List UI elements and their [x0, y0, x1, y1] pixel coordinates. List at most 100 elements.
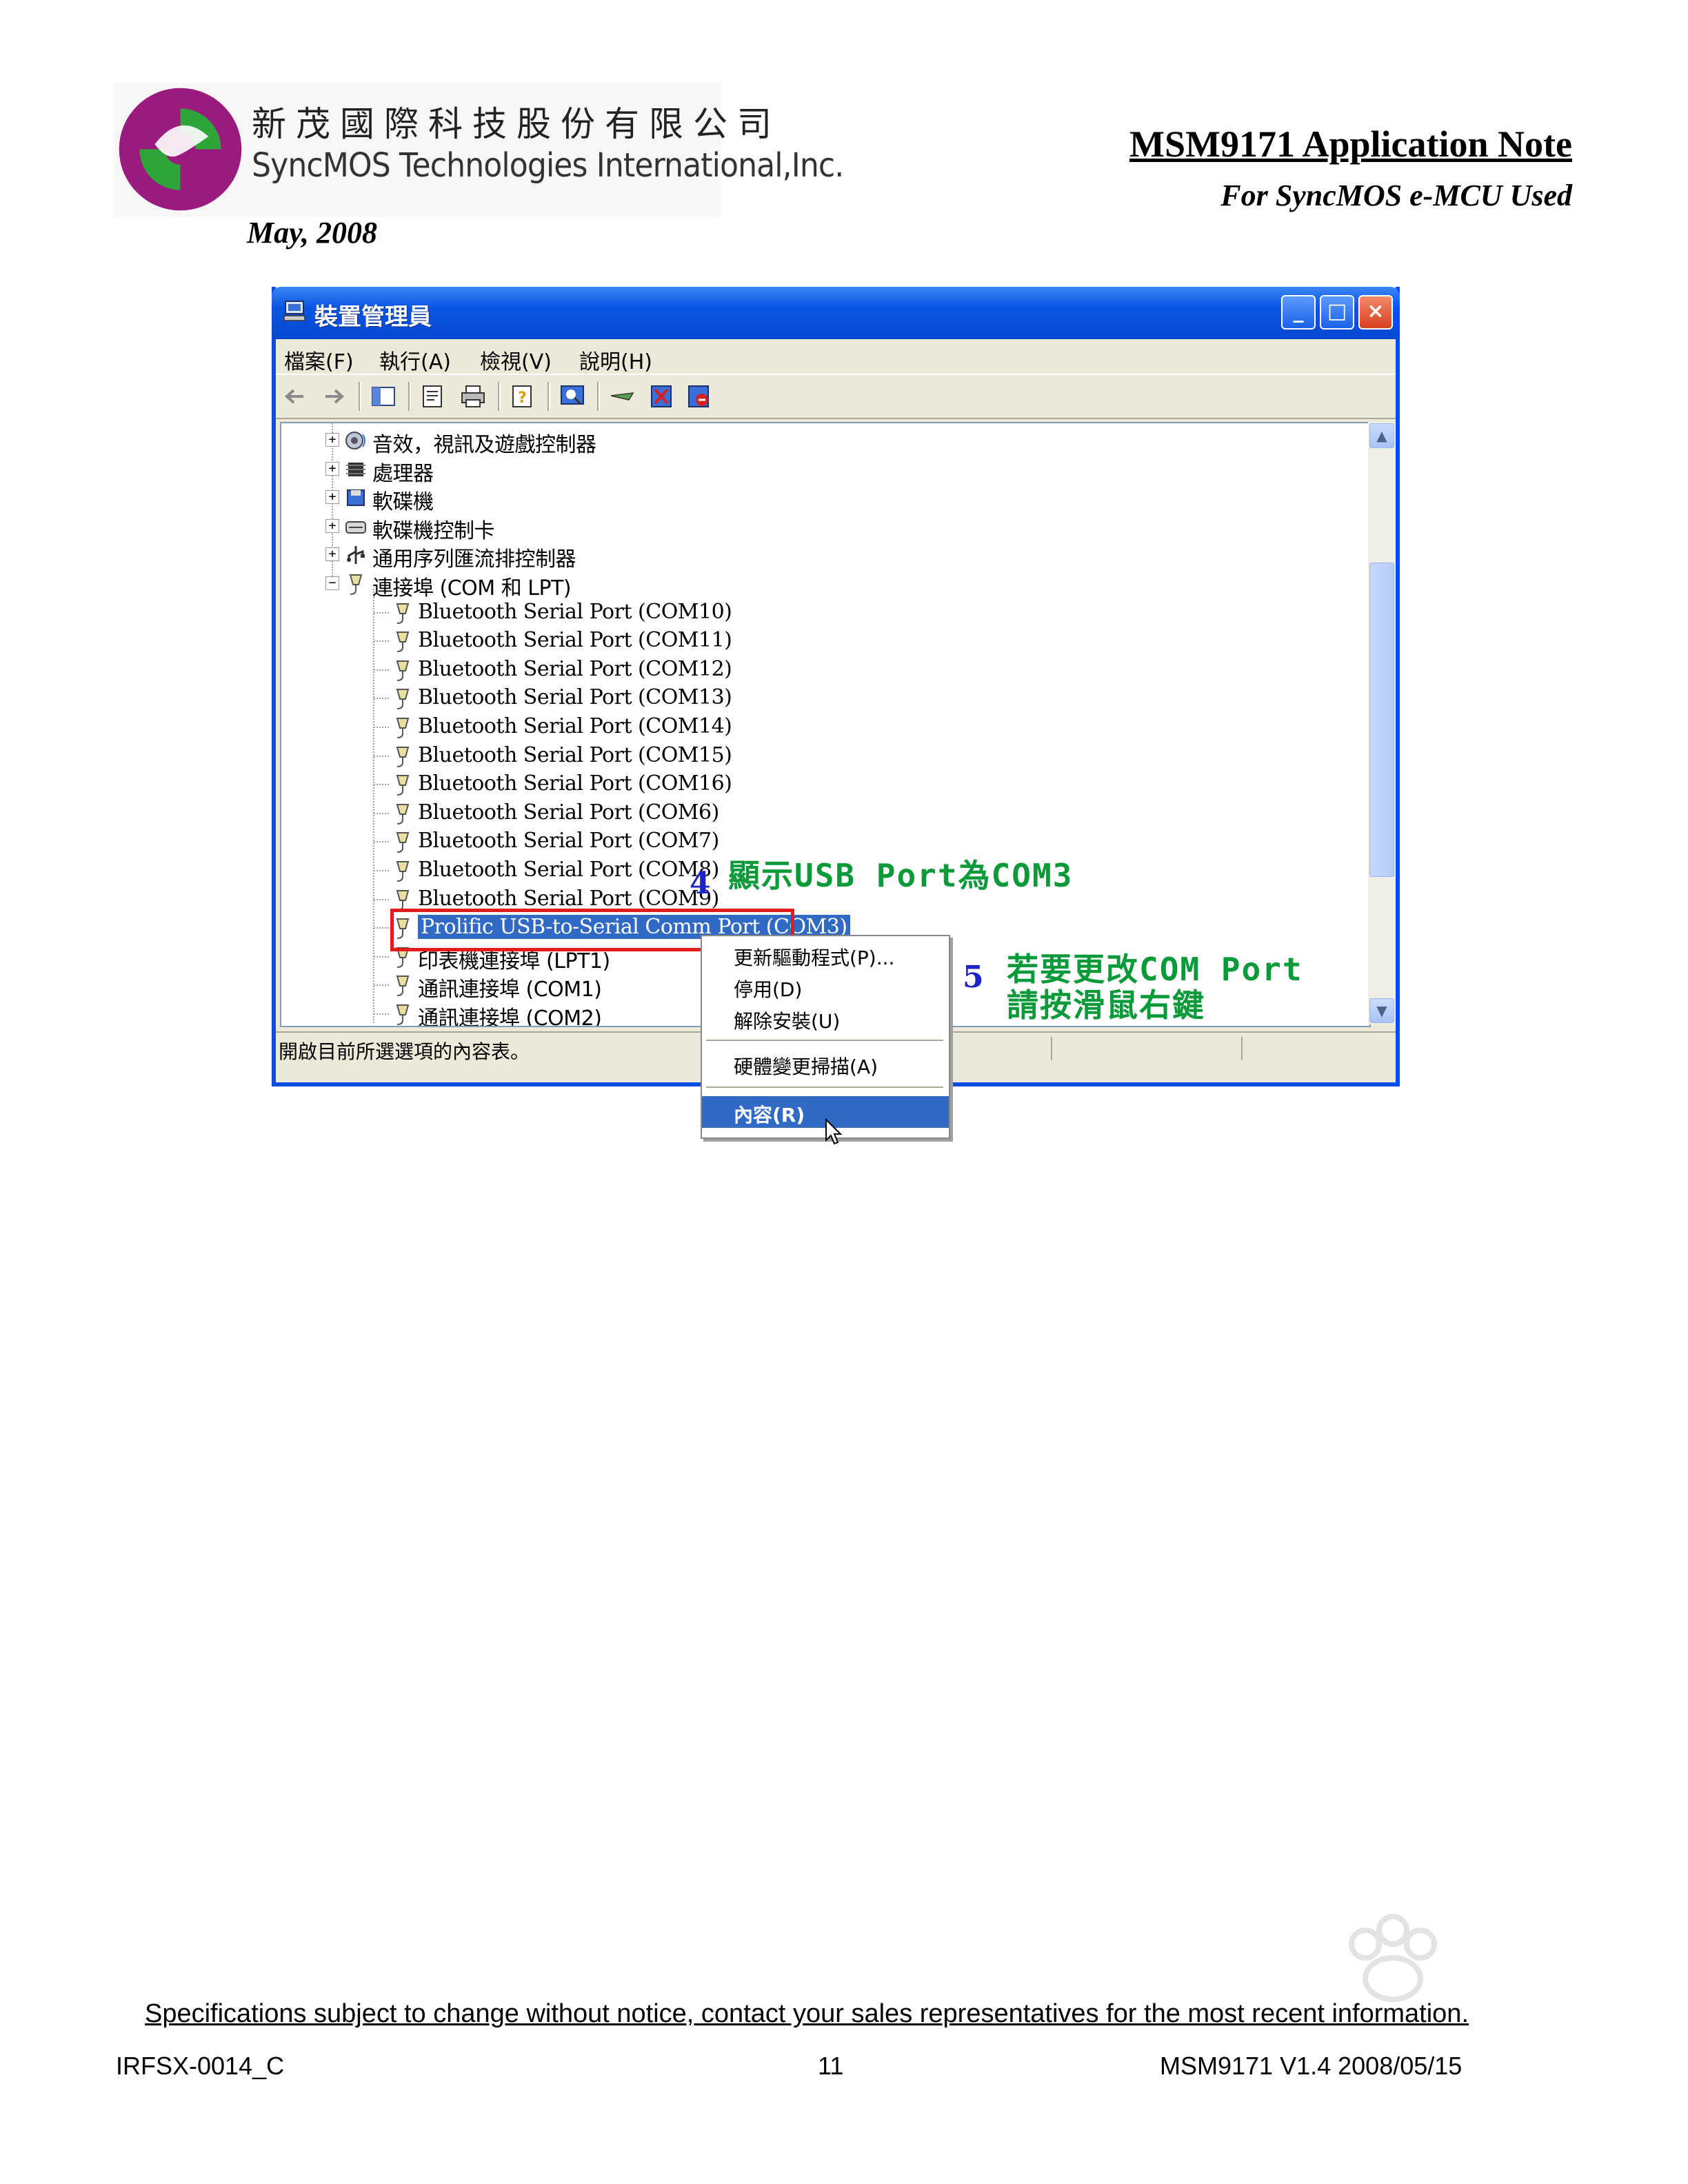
tree-item-label: 連接埠 (COM 和 LPT): [372, 576, 572, 600]
update-driver-icon[interactable]: [608, 383, 636, 410]
tree-item-label: 軟碟機: [372, 490, 434, 515]
uninstall-device-icon[interactable]: [685, 383, 713, 410]
toolbar-separator: [408, 382, 411, 411]
print-icon[interactable]: [459, 383, 487, 410]
tree-item-label: Bluetooth Serial Port (COM16): [418, 771, 732, 796]
tree-line: [374, 669, 389, 671]
context-uninstall[interactable]: 解除安裝(U): [702, 1002, 949, 1034]
context-scan-hardware[interactable]: 硬體變更掃描(A): [702, 1048, 949, 1080]
menu-view[interactable]: 檢視(V): [480, 345, 552, 375]
floppy-controller-icon: [343, 515, 368, 538]
tree-device[interactable]: Bluetooth Serial Port (COM11): [281, 627, 1364, 655]
toolbar-separator: [547, 382, 550, 411]
disable-device-icon[interactable]: [648, 383, 676, 410]
menu-help[interactable]: 說明(H): [579, 345, 652, 375]
company-logo: 新茂國際科技股份有限公司 SyncMOS Technologies Intern…: [114, 83, 844, 217]
menu-action[interactable]: 執行(A): [379, 345, 451, 375]
context-item-label: 內容(R): [734, 1104, 805, 1126]
scan-hardware-icon[interactable]: [559, 383, 586, 410]
maximize-icon: □: [1327, 299, 1347, 323]
status-divider: [1051, 1037, 1052, 1060]
tree-device[interactable]: Bluetooth Serial Port (COM15): [281, 742, 1364, 770]
port-icon: [390, 773, 415, 796]
tree-item-label: 軟碟機控制卡: [372, 518, 495, 543]
port-icon: [390, 716, 415, 739]
tree-toggle-icon[interactable]: [370, 383, 397, 410]
step-5-annotation-line2: 請按滑鼠右鍵: [1007, 987, 1205, 1024]
tree-line: [374, 698, 389, 700]
tree-line: [374, 956, 389, 958]
expand-icon[interactable]: +: [325, 461, 339, 476]
context-menu: 更新驅動程式(P)... 停用(D) 解除安裝(U) 硬體變更掃描(A) 內容(…: [701, 935, 950, 1139]
doc-date: May, 2008: [247, 216, 378, 250]
tree-line: [374, 812, 389, 814]
port-icon: [390, 973, 415, 997]
tree-category[interactable]: + 通用序列匯流排控制器: [281, 540, 1364, 572]
tree-item-label: Bluetooth Serial Port (COM8): [418, 858, 719, 882]
menu-file[interactable]: 檔案(F): [284, 345, 354, 375]
tree-item-label: Bluetooth Serial Port (COM6): [418, 800, 719, 825]
expand-icon[interactable]: +: [325, 490, 339, 505]
context-item-label: 停用(D): [734, 978, 803, 1001]
expand-icon[interactable]: +: [325, 433, 339, 447]
tree-line: [374, 640, 389, 643]
context-update-driver[interactable]: 更新驅動程式(P)...: [702, 939, 949, 971]
tree-item-label: Bluetooth Serial Port (COM12): [418, 656, 732, 681]
maximize-button[interactable]: □: [1320, 295, 1354, 330]
context-separator: [706, 1086, 943, 1088]
tree-category[interactable]: + 軟碟機控制卡: [281, 512, 1364, 543]
context-disable[interactable]: 停用(D): [702, 971, 949, 1002]
toolbar: ?: [276, 374, 1396, 419]
tree-category[interactable]: − 連接埠 (COM 和 LPT): [281, 569, 1364, 600]
scroll-up-button[interactable]: ▲: [1369, 423, 1394, 448]
scroll-down-button[interactable]: ▼: [1369, 998, 1394, 1023]
tree-device[interactable]: Bluetooth Serial Port (COM10): [281, 598, 1364, 627]
port-icon: [390, 601, 415, 625]
tree-line: [374, 841, 389, 843]
port-icon: [390, 629, 415, 653]
minimize-button[interactable]: _: [1281, 295, 1316, 330]
tree-device[interactable]: Bluetooth Serial Port (COM16): [281, 770, 1364, 798]
tree-line: [374, 927, 389, 929]
tree-device[interactable]: Bluetooth Serial Port (COM12): [281, 656, 1364, 684]
port-icon: [390, 687, 415, 710]
help-icon[interactable]: ?: [509, 383, 536, 410]
tree-category[interactable]: + 處理器: [281, 455, 1364, 486]
footer-page-number: 11: [818, 2052, 844, 2080]
tree-line: [374, 755, 389, 757]
tree-device[interactable]: Bluetooth Serial Port (COM14): [281, 713, 1364, 741]
expand-icon[interactable]: +: [325, 547, 339, 562]
forward-arrow-icon[interactable]: [320, 383, 348, 410]
tree-device[interactable]: Bluetooth Serial Port (COM6): [281, 799, 1364, 827]
mouse-cursor-icon: [825, 1118, 843, 1145]
minimize-icon: _: [1293, 299, 1304, 323]
properties-icon[interactable]: [419, 383, 447, 410]
company-name-zh: 新茂國際科技股份有限公司: [252, 104, 781, 144]
usb-icon: [343, 543, 368, 567]
vertical-scrollbar[interactable]: ▲ ▼: [1368, 422, 1396, 1024]
svg-text:?: ?: [518, 390, 527, 407]
status-divider: [1241, 1037, 1243, 1060]
footer-version-date: MSM9171 V1.4 2008/05/15: [1160, 2052, 1463, 2080]
tree-item-label: Bluetooth Serial Port (COM9): [418, 886, 719, 911]
tree-device[interactable]: Bluetooth Serial Port (COM13): [281, 684, 1364, 712]
close-button[interactable]: ×: [1358, 295, 1393, 330]
tree-category[interactable]: + 軟碟機: [281, 483, 1364, 515]
status-text: 開啟目前所選選項的內容表。: [279, 1040, 530, 1063]
context-item-label: 解除安裝(U): [734, 1010, 841, 1033]
tree-item-label: 處理器: [372, 461, 434, 486]
footer-doc-code: IRFSX-0014_C: [116, 2052, 285, 2080]
port-icon: [390, 830, 415, 853]
expand-icon[interactable]: +: [325, 518, 339, 533]
tree-item-label: Bluetooth Serial Port (COM15): [418, 742, 732, 767]
tree-category[interactable]: + 音效，視訊及遊戲控制器: [281, 426, 1364, 457]
tree-item-label: 音效，視訊及遊戲控制器: [372, 433, 596, 457]
title-bar[interactable]: 裝置管理員 _ □ ×: [272, 287, 1400, 339]
scroll-thumb[interactable]: [1369, 563, 1394, 877]
footer-disclaimer: Specifications subject to change without…: [145, 1999, 1469, 2028]
toolbar-separator: [359, 382, 361, 411]
back-arrow-icon[interactable]: [281, 383, 309, 410]
collapse-icon[interactable]: −: [325, 576, 339, 590]
context-separator: [706, 1040, 943, 1041]
tree-item-label: Bluetooth Serial Port (COM13): [418, 685, 732, 710]
